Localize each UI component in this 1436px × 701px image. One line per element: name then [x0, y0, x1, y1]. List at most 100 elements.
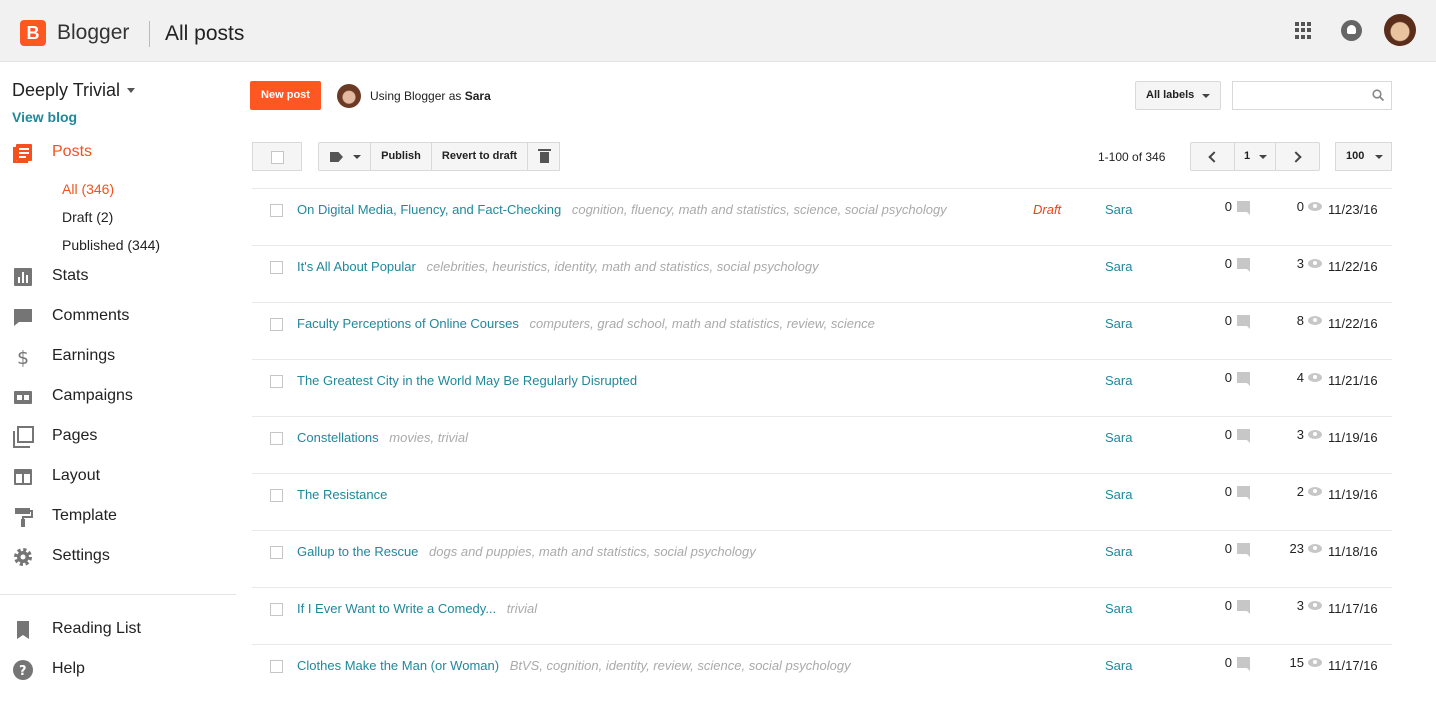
post-comments-count[interactable]: 0: [1212, 199, 1256, 217]
row-checkbox[interactable]: [270, 660, 283, 673]
sidebar-item-settings[interactable]: Settings: [12, 542, 232, 572]
post-comments-count[interactable]: 0: [1212, 313, 1256, 331]
posts-filter-draft[interactable]: Draft (2): [62, 209, 113, 225]
page-number-select[interactable]: 1: [1234, 142, 1276, 171]
post-author-link[interactable]: Sara: [1105, 316, 1132, 331]
post-label-link[interactable]: cognition: [572, 202, 624, 217]
brand-name[interactable]: Blogger: [57, 21, 129, 45]
post-comments-count[interactable]: 0: [1212, 541, 1256, 559]
post-label-link[interactable]: review: [787, 316, 824, 331]
notifications-bell-icon[interactable]: [1341, 20, 1362, 41]
post-label-link[interactable]: social psychology: [654, 544, 756, 559]
new-post-button[interactable]: New post: [250, 81, 321, 110]
post-label-link[interactable]: social psychology: [717, 259, 819, 274]
post-label-link[interactable]: fluency: [631, 202, 671, 217]
post-label-link[interactable]: social psychology: [749, 658, 851, 673]
post-label-link[interactable]: math and statistics: [679, 202, 787, 217]
post-label-link[interactable]: science: [793, 202, 837, 217]
post-comments-count[interactable]: 0: [1212, 370, 1256, 388]
post-title-link[interactable]: It's All About Popular: [297, 259, 416, 274]
post-author-link[interactable]: Sara: [1105, 487, 1132, 502]
post-views-count[interactable]: 3: [1262, 256, 1322, 274]
post-views-count[interactable]: 3: [1262, 598, 1322, 616]
sidebar-item-campaigns[interactable]: Campaigns: [12, 382, 232, 412]
post-views-count[interactable]: 4: [1262, 370, 1322, 388]
sidebar-item-stats[interactable]: Stats: [12, 262, 232, 292]
search-input[interactable]: [1232, 81, 1392, 110]
revert-to-draft-button[interactable]: Revert to draft: [431, 142, 528, 171]
post-author-link[interactable]: Sara: [1105, 259, 1132, 274]
post-label-link[interactable]: dogs and puppies: [429, 544, 532, 559]
delete-button[interactable]: [527, 142, 560, 171]
select-all-checkbox[interactable]: [252, 142, 302, 171]
row-checkbox[interactable]: [270, 432, 283, 445]
post-author-link[interactable]: Sara: [1105, 601, 1132, 616]
all-labels-dropdown[interactable]: All labels: [1135, 81, 1221, 110]
post-label-link[interactable]: social psychology: [845, 202, 947, 217]
row-checkbox[interactable]: [270, 489, 283, 502]
post-label-link[interactable]: identity: [554, 259, 594, 274]
post-label-link[interactable]: review: [653, 658, 690, 673]
post-views-count[interactable]: 0: [1262, 199, 1322, 217]
sidebar-item-template[interactable]: Template: [12, 502, 232, 532]
post-label-link[interactable]: computers: [529, 316, 590, 331]
sidebar-item-posts[interactable]: Posts: [12, 138, 232, 168]
post-views-count[interactable]: 8: [1262, 313, 1322, 331]
post-views-count[interactable]: 2: [1262, 484, 1322, 502]
post-views-count[interactable]: 15: [1262, 655, 1322, 673]
post-comments-count[interactable]: 0: [1212, 655, 1256, 673]
apps-grid-icon[interactable]: [1295, 22, 1312, 39]
post-label-link[interactable]: math and statistics: [539, 544, 647, 559]
post-author-link[interactable]: Sara: [1105, 373, 1132, 388]
sidebar-item-layout[interactable]: Layout: [12, 462, 232, 492]
post-label-link[interactable]: math and statistics: [672, 316, 780, 331]
view-blog-link[interactable]: View blog: [12, 109, 77, 125]
post-views-count[interactable]: 23: [1262, 541, 1322, 559]
sidebar-item-pages[interactable]: Pages: [12, 422, 232, 452]
posts-filter-all[interactable]: All (346): [62, 181, 114, 197]
previous-page-button[interactable]: [1190, 142, 1235, 171]
post-title-link[interactable]: If I Ever Want to Write a Comedy...: [297, 601, 496, 616]
publish-button[interactable]: Publish: [370, 142, 432, 171]
post-title-link[interactable]: Gallup to the Rescue: [297, 544, 418, 559]
row-checkbox[interactable]: [270, 603, 283, 616]
post-comments-count[interactable]: 0: [1212, 256, 1256, 274]
post-author-link[interactable]: Sara: [1105, 544, 1132, 559]
row-checkbox[interactable]: [270, 546, 283, 559]
row-checkbox[interactable]: [270, 375, 283, 388]
post-label-link[interactable]: science: [697, 658, 741, 673]
post-title-link[interactable]: On Digital Media, Fluency, and Fact-Chec…: [297, 202, 561, 217]
row-checkbox[interactable]: [270, 318, 283, 331]
post-label-link[interactable]: science: [831, 316, 875, 331]
post-comments-count[interactable]: 0: [1212, 484, 1256, 502]
post-label-link[interactable]: cognition: [547, 658, 599, 673]
blogger-logo-icon[interactable]: B: [20, 20, 46, 46]
sidebar-item-comments[interactable]: Comments: [12, 302, 232, 332]
post-label-link[interactable]: BtVS: [510, 658, 540, 673]
post-title-link[interactable]: Constellations: [297, 430, 379, 445]
post-label-link[interactable]: math and statistics: [602, 259, 710, 274]
post-title-link[interactable]: The Greatest City in the World May Be Re…: [297, 373, 637, 388]
account-avatar[interactable]: [1384, 14, 1416, 46]
post-title-link[interactable]: The Resistance: [297, 487, 387, 502]
post-label-link[interactable]: celebrities: [426, 259, 485, 274]
posts-filter-published[interactable]: Published (344): [62, 237, 160, 253]
post-author-link[interactable]: Sara: [1105, 658, 1132, 673]
post-author-link[interactable]: Sara: [1105, 202, 1132, 217]
post-title-link[interactable]: Clothes Make the Man (or Woman): [297, 658, 499, 673]
sidebar-item-earnings[interactable]: $ Earnings: [12, 342, 232, 372]
search-icon[interactable]: [1372, 89, 1384, 101]
sidebar-item-reading-list[interactable]: Reading List: [12, 615, 232, 645]
sidebar-item-help[interactable]: ? Help: [12, 655, 232, 685]
row-checkbox[interactable]: [270, 204, 283, 217]
post-views-count[interactable]: 3: [1262, 427, 1322, 445]
post-comments-count[interactable]: 0: [1212, 427, 1256, 445]
blog-selector[interactable]: Deeply Trivial: [12, 80, 120, 101]
next-page-button[interactable]: [1275, 142, 1320, 171]
post-label-link[interactable]: trivial: [507, 601, 537, 616]
posts-per-page-select[interactable]: 100: [1335, 142, 1392, 171]
post-comments-count[interactable]: 0: [1212, 598, 1256, 616]
apply-label-button[interactable]: [318, 142, 371, 171]
post-author-link[interactable]: Sara: [1105, 430, 1132, 445]
post-title-link[interactable]: Faculty Perceptions of Online Courses: [297, 316, 519, 331]
